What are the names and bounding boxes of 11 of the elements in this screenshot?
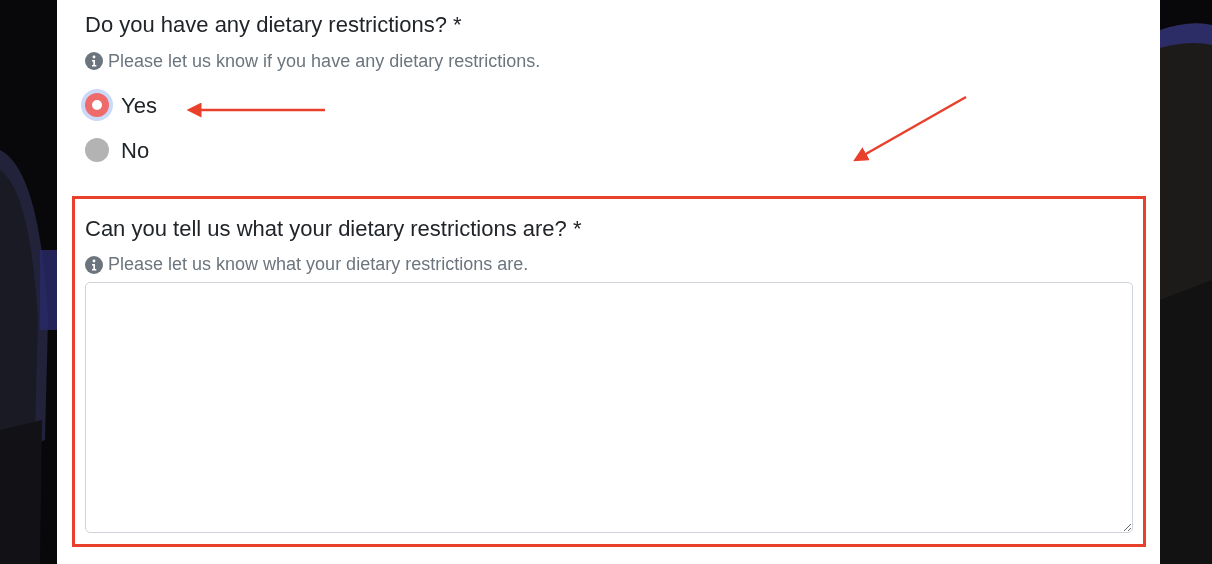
- info-icon: [85, 255, 103, 274]
- question-label: Do you have any dietary restrictions? *: [85, 11, 463, 39]
- text-area-field[interactable]: [85, 282, 1133, 534]
- help-text: Please let us know what your dietary restrictions are.: [108, 253, 529, 277]
- radio-button[interactable]: [85, 93, 109, 118]
- radio-button[interactable]: [85, 138, 109, 163]
- question-label: Can you tell us what your dietary restrictions are? *: [85, 214, 583, 243]
- help-text: Please let us know if you have any dietary restrictions.: [108, 49, 541, 73]
- info-icon: [85, 52, 103, 71]
- radio-label[interactable]: No: [121, 133, 150, 167]
- radio-label[interactable]: Yes: [121, 88, 157, 122]
